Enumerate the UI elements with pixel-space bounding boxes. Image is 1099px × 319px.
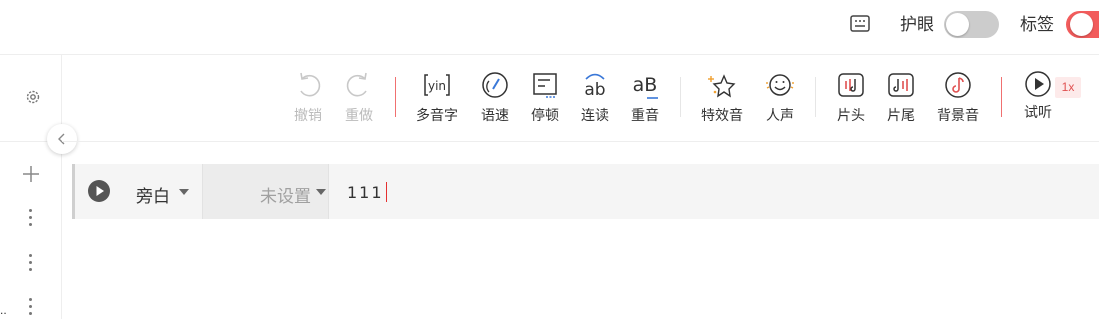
- stress-label: 重音: [631, 107, 659, 123]
- outro-audio-icon: [888, 73, 914, 97]
- toggle-knob: [946, 13, 969, 36]
- liaison-icon: ab: [584, 73, 606, 100]
- intro-audio-icon: [838, 73, 864, 97]
- intro-button[interactable]: 片头: [825, 70, 877, 128]
- sparkle-star-icon: [708, 74, 736, 98]
- bgm-button[interactable]: 背景音: [932, 70, 984, 128]
- vertical-dots-icon[interactable]: [29, 209, 33, 227]
- svg-text:ab: ab: [584, 80, 605, 100]
- play-circle-icon: [1025, 71, 1051, 97]
- vertical-dots-icon[interactable]: [29, 298, 33, 316]
- top-bar: 护眼 标签: [0, 0, 1099, 55]
- polyphone-label: 多音字: [416, 107, 458, 123]
- plus-icon[interactable]: [22, 165, 40, 183]
- stress-icon: aB: [633, 74, 658, 99]
- chevron-left-icon: [58, 133, 65, 145]
- preview-speed-badge[interactable]: 1x: [1055, 77, 1081, 98]
- left-sidebar: [0, 55, 62, 319]
- outro-button[interactable]: 片尾: [875, 70, 927, 128]
- toolbar-separator: [1001, 77, 1002, 117]
- tags-toggle[interactable]: [1066, 11, 1099, 38]
- voice-select[interactable]: 未设置: [202, 164, 329, 219]
- script-text-input[interactable]: 111: [347, 183, 384, 202]
- effects-button[interactable]: 特效音: [696, 70, 748, 128]
- human-voice-button[interactable]: 人声: [754, 70, 806, 128]
- pause-label: 停顿: [531, 107, 559, 123]
- voice-select-value: 未设置: [260, 187, 311, 206]
- outro-label: 片尾: [887, 107, 915, 123]
- collapse-sidebar-button[interactable]: [47, 124, 77, 154]
- speed-label: 语速: [481, 107, 509, 123]
- truncated-text: ..: [0, 303, 7, 317]
- svg-text:aB: aB: [633, 74, 658, 96]
- undo-icon: [300, 72, 321, 97]
- keyboard-icon[interactable]: [850, 15, 870, 32]
- music-note-icon: [945, 72, 971, 98]
- redo-button[interactable]: 重做: [333, 70, 385, 128]
- polyphone-icon: yin: [424, 74, 450, 96]
- script-line-row[interactable]: 旁白 未设置 111: [72, 164, 1099, 219]
- redo-label: 重做: [345, 107, 373, 123]
- voice-face-icon: [766, 74, 794, 96]
- redo-icon: [346, 72, 367, 97]
- speedometer-icon: [482, 72, 508, 98]
- tags-label: 标签: [1020, 15, 1054, 34]
- play-icon[interactable]: [88, 180, 110, 202]
- effects-label: 特效音: [701, 107, 743, 123]
- svg-text:yin: yin: [428, 79, 446, 93]
- toggle-knob: [1070, 13, 1093, 36]
- stress-button[interactable]: aB 重音: [619, 70, 671, 128]
- pause-icon: [533, 73, 557, 98]
- preview-label: 试听: [1024, 104, 1052, 120]
- chevron-down-icon[interactable]: [179, 189, 189, 195]
- toolbar-divider: [62, 141, 1099, 142]
- toolbar-separator: [815, 77, 816, 117]
- intro-label: 片头: [837, 107, 865, 123]
- pause-button[interactable]: 停顿: [519, 70, 571, 128]
- liaison-button[interactable]: ab 连读: [569, 70, 621, 128]
- liaison-label: 连读: [581, 107, 609, 123]
- eye-care-toggle[interactable]: [944, 11, 999, 38]
- speed-button[interactable]: 语速: [469, 70, 521, 128]
- gear-icon[interactable]: [24, 88, 42, 106]
- bgm-label: 背景音: [937, 107, 979, 123]
- toolbar-separator: [395, 77, 396, 117]
- polyphone-button[interactable]: yin 多音字: [411, 70, 463, 128]
- vertical-dots-icon[interactable]: [29, 254, 33, 272]
- text-cursor: [386, 182, 387, 202]
- eye-care-label: 护眼: [900, 15, 934, 34]
- undo-label: 撤销: [294, 107, 322, 123]
- toolbar-separator: [680, 77, 681, 117]
- chevron-down-icon[interactable]: [316, 189, 326, 195]
- undo-button[interactable]: 撤销: [282, 70, 334, 128]
- role-select[interactable]: 旁白: [136, 182, 170, 207]
- human-voice-label: 人声: [766, 107, 794, 123]
